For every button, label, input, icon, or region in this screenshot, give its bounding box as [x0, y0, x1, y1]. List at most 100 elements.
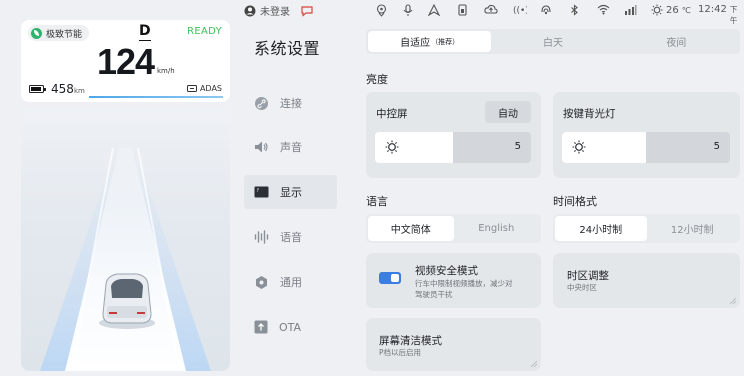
- clock: 12:42 下午: [698, 4, 744, 26]
- adas-icon: [186, 85, 197, 92]
- eco-mode-badge[interactable]: 极致节能: [28, 25, 90, 41]
- language-option-zh[interactable]: 中文简体: [368, 216, 454, 241]
- message-icon: [301, 5, 313, 17]
- sidebar-item-label: 连接: [280, 97, 302, 110]
- svg-text:((•)): ((•)): [513, 6, 527, 15]
- link-icon: [255, 96, 268, 110]
- sidebar-item-general[interactable]: 通用: [244, 265, 337, 299]
- sim-icon: [458, 4, 467, 16]
- option-sub-label: （推荐）: [431, 37, 460, 46]
- corner-mark-icon: [531, 361, 537, 367]
- brightness-heading: 亮度: [366, 73, 388, 86]
- language-heading: 语言: [366, 195, 388, 208]
- center-screen-brightness-slider[interactable]: 5: [375, 132, 531, 163]
- range-unit: km: [74, 87, 85, 95]
- radio-icon: ((•)): [513, 6, 527, 15]
- video-safety-title: 视频安全模式: [415, 265, 478, 277]
- temperature-display: 26 ℃: [651, 4, 691, 16]
- time-value: 12:42: [698, 4, 727, 15]
- adas-label: ADAS: [199, 84, 222, 93]
- hexagon-icon: [256, 275, 267, 289]
- cloud-icon: [484, 4, 498, 14]
- user-icon: [244, 5, 256, 16]
- status-bar: 未登录 ((•)) 26 ℃ 12:42 下午: [240, 0, 744, 25]
- upload-icon: [254, 320, 268, 334]
- brightness-value: 5: [514, 141, 521, 152]
- video-safety-toggle[interactable]: [379, 272, 401, 284]
- screen-clean-title: 屏幕清洁模式: [379, 335, 442, 347]
- option-label: 24小时制: [579, 225, 623, 236]
- time-format-option-24h[interactable]: 24小时制: [555, 216, 647, 241]
- timezone-title: 时区调整: [567, 270, 609, 282]
- road-scene: [40, 147, 211, 371]
- adas-indicator[interactable]: ADAS: [186, 84, 222, 93]
- sun-icon: [651, 4, 663, 16]
- sidebar-item-connect[interactable]: 连接: [244, 86, 337, 120]
- key-backlight-card: 按键背光灯 5: [553, 92, 740, 178]
- sidebar-item-voice[interactable]: 语音: [244, 220, 337, 254]
- sun-icon: [385, 140, 399, 154]
- bluetooth-icon: [571, 4, 578, 16]
- microphone-icon: [403, 4, 413, 16]
- timezone-value: 中央时区: [567, 283, 597, 292]
- sun-icon: [572, 140, 586, 154]
- speaker-icon: [255, 141, 268, 153]
- language-selector: 中文简体 English: [366, 214, 541, 243]
- screen-clean-card[interactable]: 屏幕清洁模式 P档以后启用: [366, 318, 541, 371]
- center-screen-label: 中控屏: [376, 108, 408, 120]
- sidebar-item-ota[interactable]: OTA: [244, 310, 337, 344]
- eco-mode-label: 极致节能: [46, 29, 83, 40]
- signal-icon: [625, 5, 637, 15]
- location-icon: [376, 4, 387, 17]
- voice-wave-icon: [254, 230, 269, 244]
- video-safety-desc-line2: 驾驶员干扰: [415, 290, 453, 299]
- ready-indicator: READY: [187, 26, 222, 37]
- sidebar-item-label: 显示: [280, 186, 302, 199]
- instrument-cluster: 极致节能 D READY 124 km/h 458 km ADAS: [21, 20, 230, 102]
- time-ampm: 下午: [729, 5, 738, 25]
- range-bar: [89, 96, 223, 98]
- time-format-option-12h[interactable]: 12小时制: [647, 216, 739, 241]
- option-label: 中文简体: [390, 225, 431, 236]
- option-label: 白天: [542, 38, 563, 49]
- vehicle-icon: [99, 273, 155, 329]
- video-safety-card[interactable]: 视频安全模式 行车中限制视频播放，减少对 驾驶员干扰: [366, 253, 541, 308]
- sidebar-item-label: 通用: [280, 276, 302, 289]
- key-backlight-slider[interactable]: 5: [562, 132, 730, 163]
- speed-value: 124: [97, 41, 155, 82]
- theme-option-day[interactable]: 白天: [491, 31, 614, 52]
- sidebar-item-label: 语音: [280, 231, 302, 244]
- sidebar-item-display[interactable]: 显示: [244, 175, 337, 209]
- user-status-label: 未登录: [260, 7, 290, 18]
- theme-option-adaptive[interactable]: 自适应 （推荐）: [368, 31, 492, 52]
- road-visualization: [21, 108, 230, 371]
- sidebar-item-label: 声音: [280, 141, 302, 154]
- auto-brightness-button[interactable]: 自动: [485, 101, 531, 123]
- language-option-en[interactable]: English: [454, 216, 540, 241]
- temperature-value: 26: [666, 4, 679, 16]
- gear-indicator: D: [139, 23, 151, 41]
- time-format-selector: 24小时制 12小时制: [553, 214, 740, 243]
- timezone-card[interactable]: 时区调整 中央时区: [553, 253, 740, 308]
- theme-mode-selector: 自适应 （推荐） 白天 夜间: [366, 29, 740, 54]
- range-value: 458: [51, 82, 74, 96]
- temperature-unit: ℃: [681, 5, 691, 15]
- backlight-value: 5: [713, 141, 720, 152]
- screen-clean-desc: P档以后启用: [379, 348, 422, 357]
- sidebar-item-label: OTA: [279, 320, 302, 334]
- key-backlight-label: 按键背光灯: [563, 108, 616, 120]
- battery-icon: [29, 85, 46, 93]
- leaf-icon: [31, 27, 42, 39]
- wifi-icon: [597, 4, 610, 15]
- corner-mark-icon: [730, 298, 736, 304]
- time-format-heading: 时间格式: [553, 195, 597, 208]
- option-label: 夜间: [666, 38, 687, 49]
- user-account[interactable]: 未登录: [244, 3, 314, 18]
- sidebar-item-sound[interactable]: 声音: [244, 130, 337, 164]
- option-label: English: [478, 223, 515, 234]
- speed-unit: km/h: [157, 67, 175, 75]
- theme-option-night[interactable]: 夜间: [615, 31, 738, 52]
- video-safety-desc-line1: 行车中限制视频播放，减少对: [415, 279, 513, 288]
- option-label: 自适应: [400, 38, 431, 49]
- center-screen-brightness-card: 中控屏 自动 5: [366, 92, 541, 178]
